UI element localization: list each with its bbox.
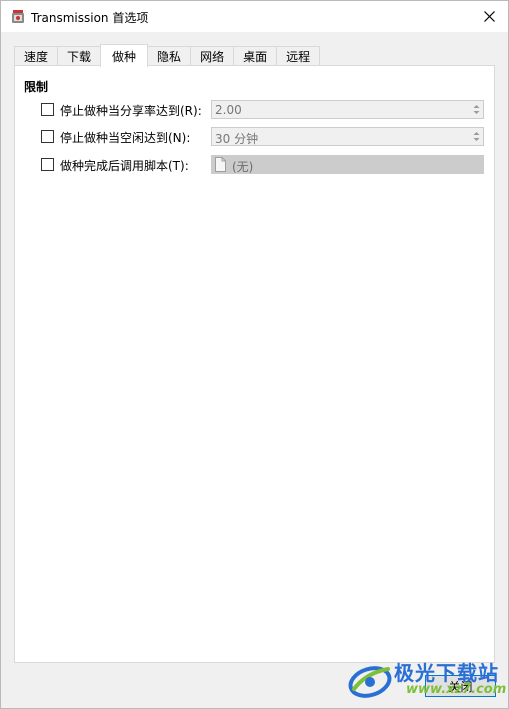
tab-speed[interactable]: 速度 [14,46,59,66]
spin-arrows-icon[interactable] [472,129,481,144]
file-icon [215,157,226,172]
close-button[interactable]: 关闭 [425,675,496,697]
tab-label: 桌面 [243,50,268,64]
transmission-app-icon [11,9,25,24]
ratio-limit-value: 2.00 [215,103,242,117]
tab-network[interactable]: 网络 [190,46,235,66]
tab-label: 速度 [24,50,49,64]
ratio-limit-row: 停止做种当分享率达到(R): 2.00 [41,100,487,120]
watermark-logo-icon [346,659,394,701]
close-button-label: 关闭 [448,679,473,694]
idle-limit-label[interactable]: 停止做种当空闲达到(N): [60,129,190,146]
close-icon[interactable] [476,4,502,28]
preferences-window: Transmission 首选项 速度 下载 做种 隐私 网络 桌面 远程 限制… [0,0,509,709]
idle-limit-value: 30 分钟 [215,132,259,146]
tab-privacy[interactable]: 隐私 [147,46,192,66]
window-title: Transmission 首选项 [31,11,149,25]
tab-desktop[interactable]: 桌面 [233,46,278,66]
tab-label: 下载 [67,50,92,64]
script-file-value: (无) [232,160,254,174]
tab-downloading[interactable]: 下载 [57,46,102,66]
title-bar: Transmission 首选项 [1,1,508,32]
ratio-limit-checkbox[interactable] [41,103,54,116]
script-checkbox[interactable] [41,158,54,171]
tab-label: 远程 [286,50,311,64]
script-file-chooser[interactable]: (无) [211,155,484,174]
tab-bar: 速度 下载 做种 隐私 网络 桌面 远程 [14,44,321,67]
tab-seeding[interactable]: 做种 [100,44,149,67]
idle-limit-row: 停止做种当空闲达到(N): 30 分钟 [41,127,487,147]
tab-label: 网络 [200,50,225,64]
idle-limit-checkbox[interactable] [41,130,54,143]
idle-limit-spinbox[interactable]: 30 分钟 [211,127,484,146]
ratio-limit-spinbox[interactable]: 2.00 [211,100,484,119]
spin-arrows-icon[interactable] [472,102,481,117]
ratio-limit-label[interactable]: 停止做种当分享率达到(R): [60,102,202,119]
tab-label: 隐私 [157,50,182,64]
tab-remote[interactable]: 远程 [276,46,321,66]
tab-label: 做种 [112,49,137,64]
script-label[interactable]: 做种完成后调用脚本(T): [60,157,189,174]
limits-section-title: 限制 [24,80,49,94]
script-row: 做种完成后调用脚本(T): (无) [41,155,487,175]
seeding-panel: 限制 停止做种当分享率达到(R): 2.00 停止做种当空闲达到(N): 30 … [14,65,495,663]
